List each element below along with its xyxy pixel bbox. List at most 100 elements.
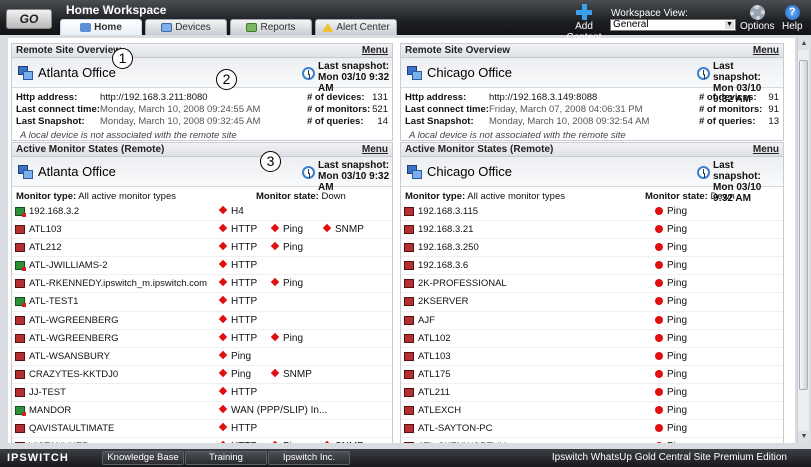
panel-menu-link[interactable]: Menu (362, 44, 388, 57)
device-name[interactable]: 2KSERVER (418, 296, 469, 307)
monitor-status[interactable]: Ping (270, 278, 303, 289)
monitor-status[interactable]: Ping (655, 278, 687, 289)
monitor-status[interactable]: HTTP (218, 332, 257, 344)
monitor-row[interactable]: ATLEXCH Ping (401, 402, 783, 421)
monitor-row[interactable]: ATL211 Ping (401, 384, 783, 403)
tab-devices[interactable]: Devices (145, 19, 227, 35)
scroll-up-arrow-icon[interactable]: ▲ (798, 38, 810, 50)
device-name[interactable]: QAVISTAULTIMATE (29, 423, 114, 434)
monitor-status[interactable]: Ping (270, 241, 303, 253)
monitor-row[interactable]: ATL-WGREENBERG HTTP Ping (12, 330, 392, 348)
tab-home[interactable]: Home (60, 19, 142, 35)
device-name[interactable]: ATL103 (29, 224, 62, 235)
monitor-row[interactable]: ATL-TEST1 HTTP (12, 293, 392, 312)
device-name[interactable]: 192.168.3.250 (418, 242, 479, 253)
monitor-row[interactable]: ATL175 Ping (401, 366, 783, 384)
device-name[interactable]: 192.168.3.115 (418, 206, 478, 217)
monitor-status[interactable]: Ping (218, 350, 251, 362)
monitor-status[interactable]: Ping (655, 351, 687, 362)
monitor-row[interactable]: ATL-WGREENBERG HTTP (12, 312, 392, 330)
monitor-row[interactable]: QAVISTAULTIMATE HTTP (12, 420, 392, 439)
monitor-status[interactable]: Ping (270, 440, 303, 443)
monitor-row[interactable]: CRAZYTES-KKTDJ0 Ping SNMP (12, 366, 392, 384)
device-name[interactable]: ATL-WSANSBURY (29, 351, 110, 362)
monitor-status[interactable]: Ping (655, 296, 687, 307)
monitor-row[interactable]: ATL-JWILLIAMS-2 HTTP (12, 257, 392, 276)
device-name[interactable]: ATL212 (29, 242, 62, 253)
monitor-row[interactable]: ATL212 HTTP Ping (12, 239, 392, 258)
device-name[interactable]: ATL211 (418, 387, 450, 398)
panel-menu-link[interactable]: Menu (753, 143, 779, 156)
monitor-row[interactable]: 192.168.3.2 H4 (12, 203, 392, 222)
monitor-status[interactable]: Ping (655, 369, 687, 380)
device-name[interactable]: ATL-WGREENBERG (29, 333, 119, 344)
device-name[interactable]: JJ-TEST (29, 387, 66, 398)
device-name[interactable]: ATL-JWILLIAMS-2 (29, 260, 107, 271)
training-button[interactable]: Training (185, 451, 267, 465)
monitor-status[interactable]: Ping (655, 242, 687, 253)
device-name[interactable]: ATL-WGREENBERG (29, 315, 119, 326)
monitor-status[interactable]: Ping (270, 223, 303, 235)
monitor-status[interactable]: Ping (270, 332, 303, 344)
monitor-row[interactable]: ATL103 Ping (401, 348, 783, 366)
monitor-status[interactable]: SNMP (270, 368, 312, 380)
monitor-row[interactable]: ATL-WSANSBURY Ping (12, 348, 392, 366)
monitor-status[interactable]: Ping (655, 315, 687, 326)
monitor-status[interactable]: H4 (218, 205, 244, 217)
vertical-scrollbar[interactable]: ▲ ▼ (797, 38, 810, 443)
monitor-status[interactable]: HTTP (218, 223, 257, 235)
monitor-row[interactable]: 192.168.3.115 Ping (401, 203, 783, 222)
monitor-row[interactable]: ATL102 Ping (401, 330, 783, 348)
device-name[interactable]: ATL103 (418, 351, 451, 362)
tab-reports[interactable]: Reports (230, 19, 312, 35)
knowledge-base-button[interactable]: Knowledge Base (102, 451, 184, 465)
device-name[interactable]: ATL-RKENNEDY.ipswitch_m.ipswitch.com (29, 278, 207, 289)
panel-menu-link[interactable]: Menu (753, 44, 779, 57)
help-button[interactable]: ? Help (782, 5, 803, 32)
monitor-status[interactable]: Ping (655, 206, 687, 217)
monitor-status[interactable]: HTTP (218, 386, 257, 398)
device-name[interactable]: 192.168.3.6 (418, 260, 468, 271)
monitor-row[interactable]: VISTANUKER HTTP Ping SNMP (12, 438, 392, 443)
monitor-row[interactable]: ATL-RKENNEDY.ipswitch_m.ipswitch.com HTTP… (12, 275, 392, 294)
monitor-row[interactable]: MANDOR WAN (PPP/SLIP) In... (12, 402, 392, 421)
monitor-status[interactable]: Ping (655, 423, 687, 434)
monitor-status[interactable]: SNMP (322, 440, 364, 443)
monitor-row[interactable]: 192.168.3.6 Ping (401, 257, 783, 276)
monitor-status[interactable]: Ping (655, 260, 687, 271)
monitor-status[interactable]: HTTP (218, 314, 257, 326)
monitor-row[interactable]: 192.168.3.250 Ping (401, 239, 783, 258)
device-name[interactable]: MANDOR (29, 405, 71, 416)
panel-menu-link[interactable]: Menu (362, 143, 388, 156)
monitor-row[interactable]: 2KSERVER Ping (401, 293, 783, 312)
monitor-status[interactable]: Ping (655, 387, 687, 398)
monitor-status[interactable]: Ping (655, 441, 687, 443)
monitor-row[interactable]: 2K-PROFESSIONAL Ping (401, 275, 783, 294)
device-name[interactable]: ATLEXCH (418, 405, 461, 416)
monitor-status[interactable]: HTTP (218, 260, 257, 271)
monitor-status[interactable]: HTTP (218, 296, 257, 307)
scrollbar-thumb[interactable] (799, 60, 808, 390)
monitor-status[interactable]: HTTP (218, 440, 257, 443)
monitor-status[interactable]: Ping (655, 405, 687, 416)
device-name[interactable]: 192.168.3.21 (418, 224, 473, 235)
device-name[interactable]: ATL175 (418, 369, 451, 380)
monitor-row[interactable]: JJ-TEST HTTP (12, 384, 392, 403)
monitor-row[interactable]: ATL-SKENWORTHY Ping (401, 438, 783, 443)
monitor-row[interactable]: AJF Ping (401, 312, 783, 330)
monitor-status[interactable]: Ping (218, 368, 251, 380)
device-name[interactable]: ATL-SKENWORTHY (418, 441, 506, 443)
monitor-status[interactable]: SNMP (322, 223, 364, 235)
monitor-row[interactable]: 192.168.3.21 Ping (401, 221, 783, 240)
device-name[interactable]: ATL-SAYTON-PC (418, 423, 492, 434)
go-button[interactable]: GO (6, 9, 52, 29)
tab-alert-center[interactable]: Alert Center (315, 19, 397, 35)
scroll-down-arrow-icon[interactable]: ▼ (798, 431, 810, 443)
monitor-status[interactable]: WAN (PPP/SLIP) In... (218, 404, 327, 416)
monitor-status[interactable]: HTTP (218, 422, 257, 434)
device-name[interactable]: ATL-TEST1 (29, 296, 78, 307)
device-name[interactable]: ATL102 (418, 333, 451, 344)
device-name[interactable]: 192.168.3.2 (29, 206, 79, 217)
monitor-status[interactable]: HTTP (218, 278, 257, 289)
workspace-view-select[interactable]: General ▼ (610, 19, 736, 31)
